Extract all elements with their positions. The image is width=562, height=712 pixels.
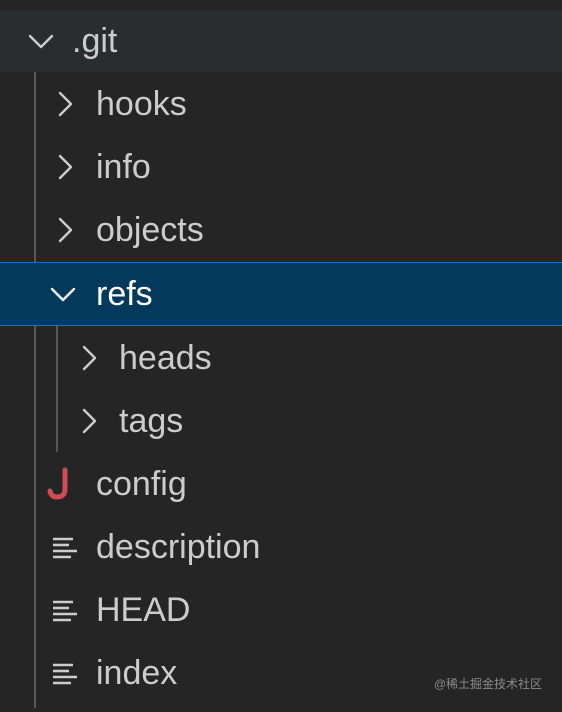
tree-file-description[interactable]: description [0, 516, 562, 578]
text-file-icon [53, 600, 77, 622]
tree-item-label: objects [96, 211, 204, 249]
chevron-down-icon [28, 34, 54, 49]
tree-folder-info[interactable]: info [0, 136, 562, 198]
text-file-icon [53, 663, 77, 685]
watermark: @稀土掘金技术社区 [433, 677, 542, 691]
chevron-right-icon [58, 154, 73, 180]
chevron-right-icon [58, 91, 73, 117]
tree-item-label: info [96, 148, 151, 186]
tree-file-index[interactable]: index [0, 642, 562, 704]
tree-folder-root[interactable]: .git [0, 10, 562, 72]
tree-folder-hooks[interactable]: hooks [0, 73, 562, 135]
tree-item-label: description [96, 528, 261, 566]
text-file-icon [53, 537, 77, 559]
tree-item-label: refs [96, 275, 153, 313]
file-explorer: .git hooks info objects refs heads tags … [0, 0, 562, 712]
chevron-right-icon [82, 345, 97, 371]
chevron-down-icon [50, 287, 76, 302]
tree-item-label: tags [119, 402, 184, 440]
tree-file-head[interactable]: HEAD [0, 579, 562, 641]
json-icon [47, 467, 68, 500]
tree-item-label: heads [119, 339, 212, 377]
chevron-right-icon [58, 217, 73, 243]
tree-folder-label: .git [72, 22, 118, 60]
tree-file-config[interactable]: config [0, 453, 562, 515]
tree-item-label: config [96, 465, 187, 503]
chevron-right-icon [82, 408, 97, 434]
tree-folder-heads[interactable]: heads [0, 327, 562, 389]
tree-folder-tags[interactable]: tags [0, 390, 562, 452]
tree-item-label: HEAD [96, 591, 191, 629]
tree-folder-objects[interactable]: objects [0, 199, 562, 261]
tree-folder-refs[interactable]: refs [0, 262, 562, 326]
tree-item-label: hooks [96, 85, 187, 123]
tree-item-label: index [96, 654, 178, 692]
